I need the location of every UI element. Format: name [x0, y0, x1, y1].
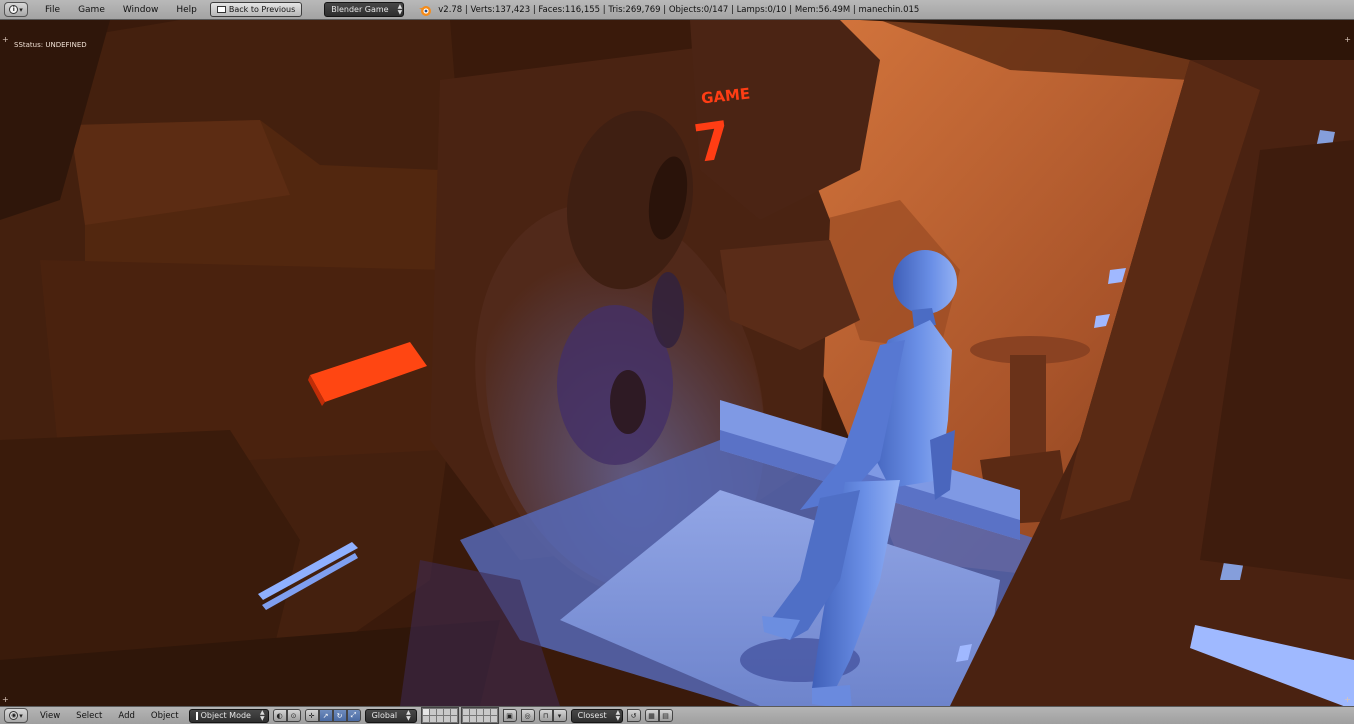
menu-file[interactable]: File [36, 5, 69, 15]
mode-value: Object Mode [200, 711, 251, 720]
snap-target-value: Closest [577, 711, 607, 720]
back-to-previous-button[interactable]: Back to Previous [209, 2, 303, 17]
transform-orientation-select[interactable]: Global ▲ ▼ [364, 708, 417, 723]
figure-head [893, 250, 957, 314]
orientation-value: Global [371, 711, 398, 720]
render-engine-value: Blender Game [331, 5, 389, 14]
area-split-icon[interactable]: + [2, 695, 9, 704]
info-header: i ▾ File Game Window Help Back to Previou… [0, 0, 1354, 20]
menu-select[interactable]: Select [68, 711, 110, 721]
mode-select[interactable]: Object Mode ▲ ▼ [188, 708, 269, 723]
info-editor-icon[interactable]: i ▾ [4, 2, 28, 17]
updown-arrows-icon: ▲ ▼ [259, 708, 265, 722]
layer-buttons[interactable] [420, 707, 459, 724]
3d-view-editor-icon[interactable]: ◉ ▾ [4, 708, 28, 723]
render-animation-icon[interactable]: ▤ [658, 709, 673, 722]
scale-icon[interactable]: ⤢ [346, 709, 361, 722]
object-cube-icon [195, 711, 198, 720]
screen-back-icon [216, 6, 226, 13]
area-split-icon[interactable]: + [1344, 695, 1351, 704]
snap-target-select[interactable]: Closest ▲ ▼ [570, 708, 623, 723]
blender-logo-icon [419, 5, 432, 16]
updown-arrows-icon: ▲ ▼ [615, 708, 621, 722]
menu-help[interactable]: Help [167, 5, 206, 15]
menu-add[interactable]: Add [110, 711, 142, 721]
rotate-icon[interactable]: ↻ [332, 709, 347, 722]
translate-icon[interactable]: ↗ [318, 709, 333, 722]
menu-view[interactable]: View [32, 711, 68, 721]
menu-object[interactable]: Object [143, 711, 187, 721]
updown-arrows-icon: ▲ ▼ [397, 2, 403, 16]
render-engine-select[interactable]: Blender Game ▲ ▼ [324, 2, 405, 17]
back-to-previous-label: Back to Previous [228, 5, 296, 14]
status-text: SStatus: UNDEFINED [14, 41, 87, 49]
updown-arrows-icon: ▲ ▼ [406, 708, 411, 722]
align-rotation-icon[interactable]: ↺ [626, 709, 641, 722]
viewport-shading-icon[interactable]: ◐ [272, 709, 287, 722]
3d-view-header: ◉ ▾ View Select Add Object Object Mode ▲ ▼… [0, 706, 1354, 724]
pivot-point-icon[interactable]: ⊙ [286, 709, 301, 722]
menu-window[interactable]: Window [114, 5, 168, 15]
3d-viewport[interactable]: GAME 7 SStatus: UNDEFINED + + + + [0, 20, 1354, 706]
menu-game[interactable]: Game [69, 5, 114, 15]
proportional-edit-icon[interactable]: ◎ [520, 709, 535, 722]
area-split-icon[interactable]: + [2, 35, 9, 44]
snap-element-icon[interactable]: ▾ [552, 709, 567, 722]
render-icon[interactable]: ▦ [644, 709, 659, 722]
manipulator-toggle-icon[interactable]: ✛ [304, 709, 319, 722]
area-split-icon[interactable]: + [1344, 35, 1351, 44]
scene-render: GAME 7 [0, 20, 1354, 706]
layer-buttons[interactable] [460, 707, 499, 724]
snap-icon[interactable]: ⊓ [538, 709, 553, 722]
lock-icon[interactable]: ▣ [502, 709, 517, 722]
scene-statistics: v2.78 | Verts:137,423 | Faces:116,155 | … [438, 4, 920, 15]
